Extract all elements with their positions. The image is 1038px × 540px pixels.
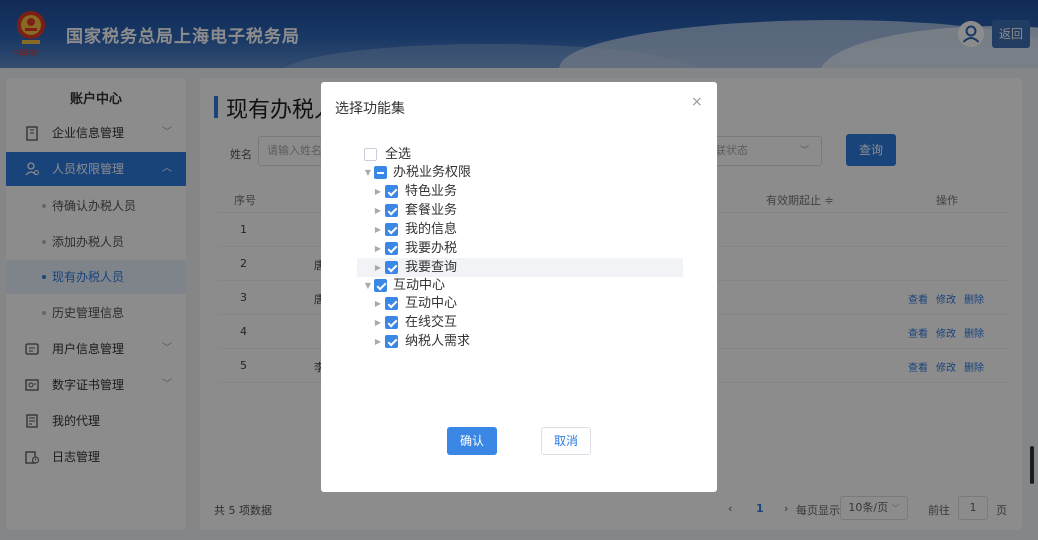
tree-node-tax-business[interactable]: ▼ 办税业务权限: [363, 163, 663, 182]
tree-node-label: 办税业务权限: [393, 165, 472, 180]
tree-node-select-all[interactable]: 全选: [363, 145, 663, 164]
select-feature-set-dialog: 选择功能集 × 全选 ▼ 办税业务权限 ▶ 特色业务 ▶ 套餐业务 ▶ 我的信息…: [321, 82, 717, 492]
checkbox-icon[interactable]: [364, 148, 377, 161]
tree-node-package-business[interactable]: ▶ 套餐业务: [363, 201, 663, 220]
close-icon[interactable]: ×: [691, 94, 703, 110]
tree-node-label: 在线交互: [405, 315, 458, 330]
caret-right-icon[interactable]: ▶: [373, 313, 383, 332]
caret-down-icon[interactable]: ▼: [363, 276, 373, 295]
caret-right-icon[interactable]: ▶: [373, 201, 383, 220]
checkbox-icon[interactable]: [385, 335, 398, 348]
tree-node-taxpayer-needs[interactable]: ▶ 纳税人需求: [363, 332, 663, 351]
caret-right-icon[interactable]: ▶: [373, 182, 383, 201]
checkbox-icon[interactable]: [374, 166, 387, 179]
caret-right-icon[interactable]: ▶: [373, 258, 383, 277]
tree-node-interaction-center-child[interactable]: ▶ 互动中心: [363, 294, 663, 313]
tree-node-label: 套餐业务: [405, 203, 458, 218]
checkbox-icon[interactable]: [385, 297, 398, 310]
caret-right-icon[interactable]: ▶: [373, 239, 383, 258]
tree-node-interaction-center[interactable]: ▼ 互动中心: [363, 276, 663, 295]
tree-node-tax-filing[interactable]: ▶ 我要办税: [363, 239, 663, 258]
checkbox-icon[interactable]: [385, 242, 398, 255]
tree-node-my-info[interactable]: ▶ 我的信息: [363, 220, 663, 239]
tree-node-label: 我要办税: [405, 241, 458, 256]
tree-node-online-interaction[interactable]: ▶ 在线交互: [363, 313, 663, 332]
tree-node-label: 全选: [385, 147, 412, 162]
caret-down-icon[interactable]: ▼: [363, 163, 373, 182]
cancel-button[interactable]: 取消: [541, 427, 591, 455]
tree-node-label: 我的信息: [405, 222, 458, 237]
checkbox-icon[interactable]: [374, 279, 387, 292]
tree-node-label: 互动中心: [393, 278, 446, 293]
tree-node-special-business[interactable]: ▶ 特色业务: [363, 182, 663, 201]
caret-right-icon[interactable]: ▶: [373, 332, 383, 351]
checkbox-icon[interactable]: [385, 261, 398, 274]
tree-node-label: 互动中心: [405, 296, 458, 311]
caret-right-icon[interactable]: ▶: [373, 220, 383, 239]
tree-node-label: 纳税人需求: [405, 334, 471, 349]
tree-node-label: 我要查询: [405, 260, 458, 275]
confirm-button[interactable]: 确认: [447, 427, 497, 455]
tree-node-label: 特色业务: [405, 184, 458, 199]
checkbox-icon[interactable]: [385, 316, 398, 329]
dialog-title: 选择功能集: [335, 101, 405, 117]
checkbox-icon[interactable]: [385, 223, 398, 236]
checkbox-icon[interactable]: [385, 204, 398, 217]
tree-node-query[interactable]: ▶ 我要查询: [357, 258, 683, 277]
caret-right-icon[interactable]: ▶: [373, 294, 383, 313]
checkbox-icon[interactable]: [385, 185, 398, 198]
